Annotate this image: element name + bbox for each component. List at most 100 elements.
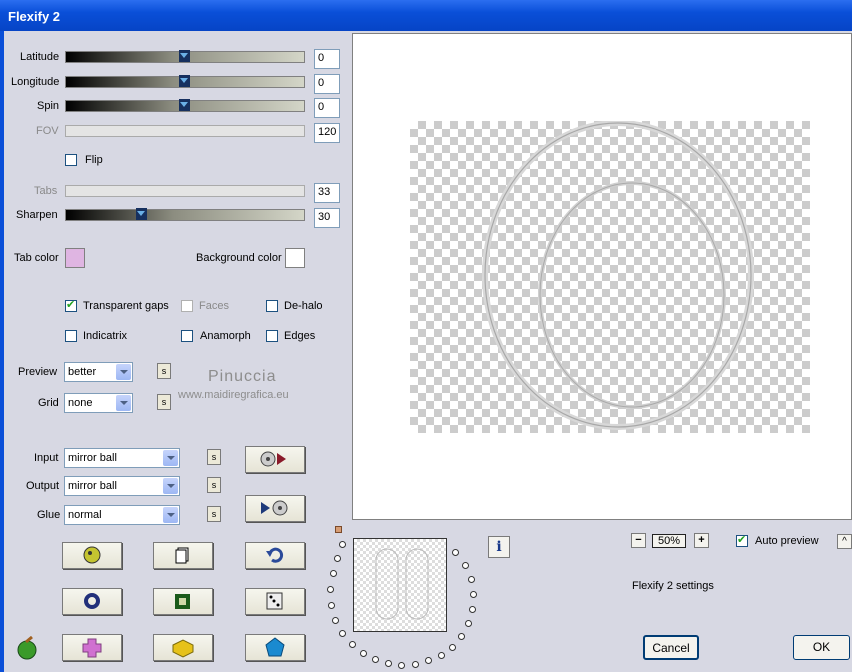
grid-save-button[interactable]: s (157, 394, 171, 410)
navigator-dot (468, 576, 475, 583)
navigator-dot (339, 630, 346, 637)
longitude-slider[interactable] (65, 75, 305, 88)
plugin-logo-icon (17, 636, 37, 660)
faces-label: Faces (199, 300, 229, 312)
transparent-gaps-checkbox[interactable] (65, 298, 77, 312)
info-icon[interactable]: i (488, 536, 510, 558)
tabs-label: Tabs (34, 185, 58, 197)
latitude-input[interactable]: 0 (314, 49, 340, 69)
play-reverse-button[interactable] (245, 495, 305, 522)
transparency-grid (410, 121, 810, 433)
glue-label: Glue (37, 509, 61, 521)
input-select[interactable]: mirror ball (64, 448, 180, 468)
dehalo-label: De-halo (284, 300, 323, 312)
navigator-dot (360, 650, 367, 657)
fov-label: FOV (36, 125, 59, 137)
background-color-label: Background color (196, 252, 282, 264)
flip-checkbox[interactable] (65, 154, 77, 166)
navigator-dot (465, 620, 472, 627)
grid-select[interactable]: none (64, 393, 133, 413)
sharpen-thumb[interactable] (136, 208, 147, 220)
spin-input[interactable]: 0 (314, 98, 340, 118)
spin-label: Spin (37, 100, 60, 112)
output-select[interactable]: mirror ball (64, 476, 180, 496)
navigator-dot (469, 606, 476, 613)
background-color-swatch[interactable] (285, 248, 305, 268)
edges-checkbox[interactable] (266, 330, 278, 342)
random-button[interactable] (62, 542, 122, 569)
scroll-up-button[interactable]: ^ (837, 534, 852, 549)
longitude-thumb[interactable] (179, 75, 190, 87)
longitude-input[interactable]: 0 (314, 74, 340, 94)
navigator-dot (449, 644, 456, 651)
zoom-in-button[interactable]: + (694, 533, 709, 548)
navigator-dot (349, 641, 356, 648)
gem-button[interactable] (245, 634, 305, 661)
dehalo-checkbox[interactable] (266, 300, 278, 312)
chevron-down-icon[interactable] (163, 450, 178, 466)
copy-button[interactable] (153, 542, 213, 569)
preview-quality-value: better (68, 366, 97, 378)
settings-caption: Flexify 2 settings (632, 580, 714, 592)
latitude-slider[interactable] (65, 50, 305, 63)
navigator-thumbnail[interactable] (353, 538, 447, 632)
sharpen-label: Sharpen (16, 209, 58, 221)
fov-input[interactable]: 120 (314, 123, 340, 143)
brick-button[interactable] (153, 634, 213, 661)
navigator-dot (425, 657, 432, 664)
spin-slider[interactable] (65, 99, 305, 112)
zoom-level: 50% (652, 534, 686, 548)
edges-label: Edges (284, 330, 316, 342)
tab-color-swatch[interactable] (65, 248, 85, 268)
anamorph-checkbox[interactable] (181, 330, 193, 342)
input-save-button[interactable]: s (207, 449, 221, 465)
preview-quality-select[interactable]: better (64, 362, 133, 382)
latitude-label: Latitude (20, 51, 60, 63)
gem-icon (265, 637, 285, 657)
chevron-down-icon[interactable] (163, 507, 178, 523)
ring-button[interactable] (62, 588, 122, 615)
disc-play-icon (260, 451, 286, 467)
latitude-thumb[interactable] (179, 50, 190, 62)
preview-canvas[interactable] (352, 33, 852, 520)
sharpen-input[interactable]: 30 (314, 208, 340, 228)
navigator-dot (458, 633, 465, 640)
ring-icon (84, 593, 100, 609)
auto-preview-label: Auto preview (755, 535, 819, 547)
chevron-down-icon[interactable] (163, 478, 178, 494)
navigator-dot (462, 562, 469, 569)
square-frame-icon (175, 594, 190, 609)
dice-button[interactable] (245, 588, 305, 615)
indicatrix-checkbox[interactable] (65, 330, 77, 342)
longitude-label: Longitude (11, 76, 60, 88)
spin-thumb[interactable] (179, 99, 190, 111)
dice-face-icon (83, 546, 101, 564)
watermark-url: www.maidiregrafica.eu (178, 389, 289, 401)
glue-save-button[interactable]: s (207, 506, 221, 522)
cancel-button[interactable]: Cancel (643, 635, 699, 660)
navigator-dot (330, 570, 337, 577)
chevron-down-icon[interactable] (116, 364, 131, 380)
play-forward-button[interactable] (245, 446, 305, 473)
fov-slider (65, 125, 305, 137)
zoom-out-button[interactable]: − (631, 533, 646, 548)
navigator-dot (470, 591, 477, 598)
undo-button[interactable] (245, 542, 305, 569)
transparent-gaps-label: Transparent gaps (83, 300, 169, 312)
tabs-input[interactable]: 33 (314, 183, 340, 203)
navigator-handle[interactable] (335, 526, 342, 533)
sharpen-slider[interactable] (65, 208, 305, 221)
input-value: mirror ball (68, 452, 117, 464)
square-button[interactable] (153, 588, 213, 615)
preview-save-button[interactable]: s (157, 363, 171, 379)
cross-button[interactable] (62, 634, 122, 661)
chevron-down-icon[interactable] (116, 395, 131, 411)
preview-quality-label: Preview (18, 366, 58, 378)
output-save-button[interactable]: s (207, 477, 221, 493)
ok-button[interactable]: OK (793, 635, 850, 660)
navigator-dot (328, 602, 335, 609)
title-bar: Flexify 2 (0, 0, 852, 31)
glue-select[interactable]: normal (64, 505, 180, 525)
thumbnail-shape (375, 548, 429, 620)
auto-preview-checkbox[interactable] (736, 533, 748, 547)
